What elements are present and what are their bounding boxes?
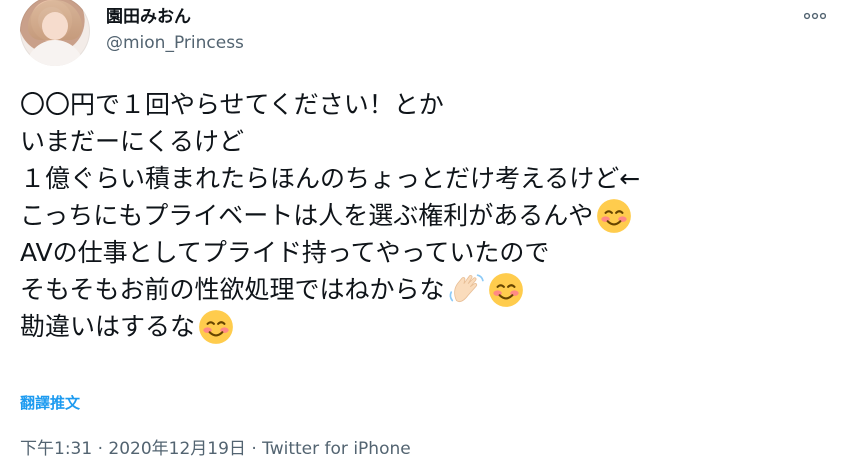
meta-separator: ·	[251, 439, 257, 459]
tweet-line: そもそもお前の性欲処理ではねからな	[20, 271, 820, 308]
tweet-time[interactable]: 下午1:31	[20, 439, 92, 459]
smiling-face-emoji	[197, 308, 235, 346]
tweet-meta: 下午1:31 · 2020年12月19日 · Twitter for iPhon…	[20, 434, 411, 459]
tweet-line: 〇〇円で１回やらせてください！とか	[20, 86, 820, 123]
tweet-line-text: いまだーにくるけど	[20, 127, 245, 156]
tweet-line-text: こっちにもプライベートは人を選ぶ権利があるんや	[20, 201, 594, 230]
avatar[interactable]	[20, 0, 90, 66]
avatar-body	[26, 40, 84, 66]
tweet-line: １億ぐらい積まれたらほんのちょっとだけ考えるけど←	[20, 160, 820, 197]
display-name[interactable]: 園田みおん	[106, 6, 191, 28]
tweet-line: AVの仕事としてプライド持ってやっていたので	[20, 234, 820, 271]
tweet-line-text: AVの仕事としてプライド持ってやっていたので	[20, 238, 550, 267]
tweet-header: 園田みおん @mion_Princess	[20, 0, 830, 72]
tweet-source[interactable]: Twitter for iPhone	[262, 439, 411, 459]
translate-tweet-link[interactable]: 翻譯推文	[20, 392, 80, 413]
tweet-line-text: そもそもお前の性欲処理ではねからな	[20, 275, 445, 304]
tweet-line-text: 〇〇円で１回やらせてください！とか	[20, 90, 444, 119]
tweet-line-text: 勘違いはするな	[20, 312, 196, 341]
meta-separator: ·	[97, 439, 103, 459]
tweet-date[interactable]: 2020年12月19日	[108, 439, 246, 459]
tweet-line: こっちにもプライベートは人を選ぶ権利があるんや	[20, 197, 820, 234]
more-icon	[804, 12, 826, 20]
tweet-line-text: １億ぐらい積まれたらほんのちょっとだけ考えるけど←	[20, 164, 641, 193]
smiling-face-emoji	[595, 197, 633, 235]
tweet-text: 〇〇円で１回やらせてください！とか いまだーにくるけど １億ぐらい積まれたらほん…	[20, 86, 820, 345]
tweet-line: いまだーにくるけど	[20, 123, 820, 160]
smiling-face-emoji	[487, 271, 525, 309]
more-options-button[interactable]	[800, 6, 830, 26]
waving-hand-emoji	[447, 271, 485, 309]
tweet-line: 勘違いはするな	[20, 308, 820, 345]
avatar-face	[42, 12, 68, 40]
user-handle[interactable]: @mion_Princess	[106, 32, 244, 54]
